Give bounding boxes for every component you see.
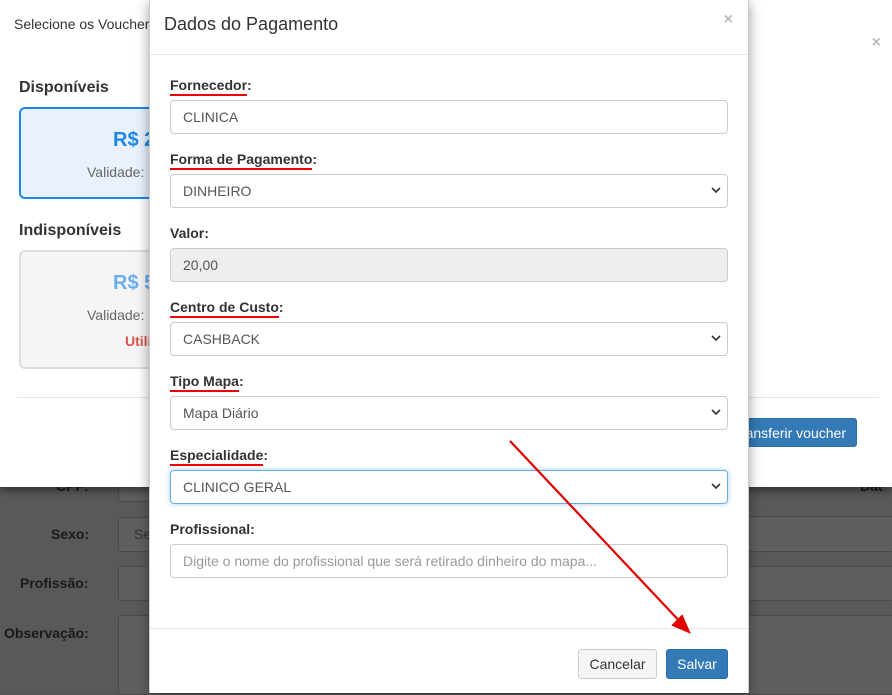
forma-pagamento-label: Forma de Pagamento: <box>170 151 318 170</box>
unavailable-section-title: Indisponíveis <box>19 222 122 239</box>
forma-pagamento-label-text: Forma de Pagamento <box>170 151 313 170</box>
payment-modal-title: Dados do Pagamento <box>164 14 339 34</box>
chevron-down-icon <box>711 323 721 342</box>
sexo-label: Sexo: <box>51 526 90 542</box>
voucher-validity: Validade: 2 <box>87 307 157 323</box>
modal-header-divider <box>150 54 748 55</box>
tipo-mapa-label: Tipo Mapa: <box>170 373 244 392</box>
forma-pagamento-select[interactable]: DINHEIRO <box>170 174 728 208</box>
voucher-modal-title: Selecione os Voucher <box>14 16 150 32</box>
modal-footer-divider <box>150 628 748 629</box>
voucher-modal-close-icon[interactable]: × <box>872 34 881 52</box>
label-colon: : <box>238 373 244 389</box>
label-colon: : <box>263 447 269 463</box>
observacao-label: Observação: <box>4 625 89 641</box>
profissional-label: Profissional: <box>170 521 255 537</box>
right-input-2[interactable] <box>747 566 892 601</box>
tipo-mapa-label-text: Tipo Mapa <box>170 373 239 392</box>
save-button[interactable]: Salvar <box>666 649 728 679</box>
centro-custo-value: CASHBACK <box>183 331 261 347</box>
tipo-mapa-select[interactable]: Mapa Diário <box>170 396 728 430</box>
fornecedor-label-text: Fornecedor <box>170 77 248 96</box>
centro-custo-label: Centro de Custo: <box>170 299 284 318</box>
label-colon: : <box>247 77 252 93</box>
especialidade-label-text: Especialidade <box>170 447 264 466</box>
profissao-label: Profissão: <box>20 575 89 591</box>
label-colon: : <box>278 299 284 315</box>
centro-custo-select[interactable]: CASHBACK <box>170 322 728 356</box>
especialidade-select[interactable]: CLINICO GERAL <box>170 470 728 504</box>
profissional-placeholder: Digite o nome do profissional que será r… <box>183 553 598 569</box>
cancel-button[interactable]: Cancelar <box>578 649 657 679</box>
voucher-status: Utili <box>125 333 152 349</box>
valor-input: 20,00 <box>170 248 728 282</box>
close-icon[interactable]: × <box>724 11 733 29</box>
tipo-mapa-value: Mapa Diário <box>183 405 259 421</box>
profissional-input[interactable]: Digite o nome do profissional que será r… <box>170 544 728 578</box>
available-section-title: Disponíveis <box>19 79 109 96</box>
especialidade-value: CLINICO GERAL <box>183 479 292 495</box>
forma-pagamento-value: DINHEIRO <box>183 183 252 199</box>
payment-modal: Dados do Pagamento × Fornecedor: CLINICA… <box>149 0 749 693</box>
fornecedor-value: CLINICA <box>183 109 239 125</box>
chevron-down-icon <box>711 397 721 416</box>
chevron-down-icon <box>711 471 721 490</box>
fornecedor-label: Fornecedor: <box>170 77 252 96</box>
especialidade-label: Especialidade: <box>170 447 269 466</box>
chevron-down-icon <box>711 175 721 194</box>
voucher-validity: Validade: 2 <box>87 164 157 180</box>
valor-value: 20,00 <box>183 257 219 273</box>
observacao-textarea[interactable] <box>118 615 150 695</box>
fornecedor-input[interactable]: CLINICA <box>170 100 728 134</box>
right-input-1[interactable] <box>747 516 892 552</box>
label-colon: : <box>312 151 318 167</box>
right-textarea[interactable] <box>747 615 892 695</box>
valor-label: Valor: <box>170 225 209 241</box>
profissao-input[interactable] <box>118 566 150 601</box>
sexo-select[interactable]: Se <box>118 517 151 552</box>
centro-custo-label-text: Centro de Custo <box>170 299 279 318</box>
